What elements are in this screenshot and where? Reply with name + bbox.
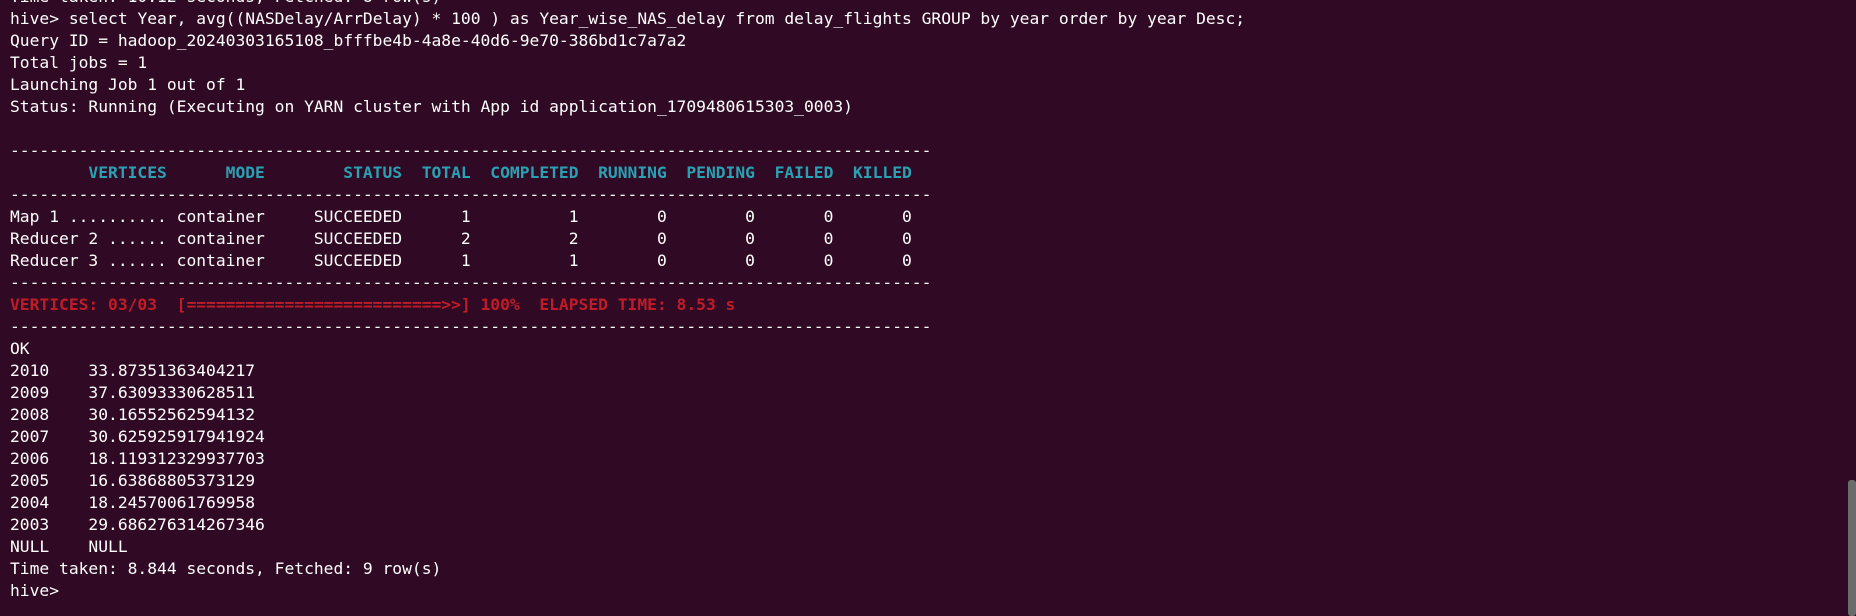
prompt: hive>	[10, 9, 69, 28]
result-row: 2008 30.16552562594132	[10, 405, 256, 424]
vertices-row: Reducer 3 ...... container SUCCEEDED 1 1…	[10, 251, 912, 270]
status-line: Status: Running (Executing on YARN clust…	[10, 97, 853, 116]
launching-line: Launching Job 1 out of 1	[10, 75, 246, 94]
result-row: 2005 16.63868805373129	[10, 471, 256, 490]
previous-output-line: Time taken: 10.12 seconds, Fetched: 8 ro…	[10, 0, 1856, 8]
progress-line: VERTICES: 03/03 [=======================…	[10, 295, 736, 314]
separator: ----------------------------------------…	[10, 141, 932, 160]
final-prompt-line[interactable]: hive>	[10, 580, 1856, 602]
result-row: 2003 29.686276314267346	[10, 515, 265, 534]
ok-line: OK	[10, 339, 30, 358]
result-row: 2004 18.24570061769958	[10, 493, 256, 512]
separator: ----------------------------------------…	[10, 185, 932, 204]
command-text: select Year, avg((NASDelay/ArrDelay) * 1…	[68, 9, 1246, 28]
query-id-line: Query ID = hadoop_20240303165108_bfffbe4…	[10, 31, 687, 50]
result-row: 2006 18.119312329937703	[10, 449, 265, 468]
separator: ----------------------------------------…	[10, 273, 932, 292]
terminal-window[interactable]: Time taken: 10.12 seconds, Fetched: 8 ro…	[0, 0, 1856, 616]
scrollbar[interactable]	[1848, 0, 1856, 616]
total-jobs-line: Total jobs = 1	[10, 53, 148, 72]
command-line: hive> select Year, avg((NASDelay/ArrDela…	[10, 8, 1856, 30]
prompt: hive>	[10, 581, 69, 600]
separator: ----------------------------------------…	[10, 317, 932, 336]
result-row: 2007 30.625925917941924	[10, 427, 265, 446]
scrollbar-thumb[interactable]	[1848, 480, 1856, 616]
vertices-row: Map 1 .......... container SUCCEEDED 1 1…	[10, 207, 912, 226]
result-row: 2010 33.87351363404217	[10, 361, 256, 380]
result-row: NULL NULL	[10, 537, 128, 556]
terminal-output: Time taken: 10.12 seconds, Fetched: 8 ro…	[10, 0, 1856, 602]
vertices-table-header: VERTICES MODE STATUS TOTAL COMPLETED RUN…	[10, 163, 912, 182]
time-taken-line: Time taken: 8.844 seconds, Fetched: 9 ro…	[10, 559, 442, 578]
vertices-row: Reducer 2 ...... container SUCCEEDED 2 2…	[10, 229, 912, 248]
result-row: 2009 37.63093330628511	[10, 383, 256, 402]
